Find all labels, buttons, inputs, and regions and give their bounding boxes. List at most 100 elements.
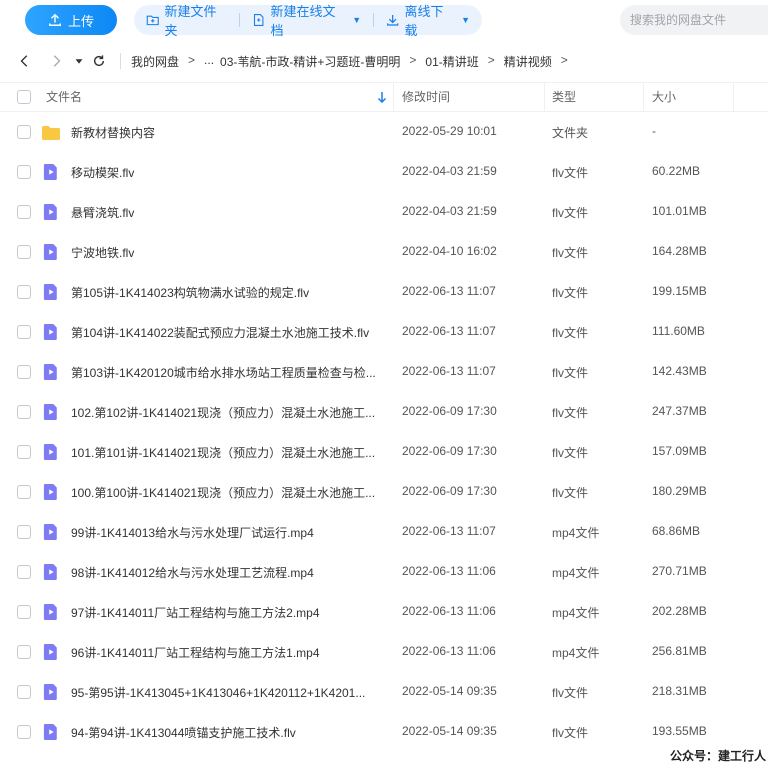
upload-button[interactable]: 上传: [25, 5, 117, 35]
new-folder-button[interactable]: 新建文件夹: [134, 4, 239, 38]
column-header-type[interactable]: 类型: [552, 83, 576, 111]
row-checkbox[interactable]: [17, 365, 31, 379]
refresh-button[interactable]: [89, 51, 109, 71]
file-size: 111.60MB: [652, 324, 705, 338]
column-divider[interactable]: [733, 83, 734, 111]
row-checkbox[interactable]: [17, 285, 31, 299]
row-checkbox[interactable]: [17, 165, 31, 179]
history-dropdown-button[interactable]: [69, 51, 89, 71]
file-name[interactable]: 101.第101讲-1K414021现浇（预应力）混凝土水池施工...: [71, 444, 375, 461]
row-checkbox[interactable]: [17, 245, 31, 259]
file-modified-time: 2022-06-13 11:06: [402, 604, 496, 618]
caret-down-icon: [75, 59, 83, 64]
file-row[interactable]: 第104讲-1K414022装配式预应力混凝土水池施工技术.flv 2022-06…: [0, 312, 768, 352]
row-checkbox[interactable]: [17, 645, 31, 659]
breadcrumb-item-course[interactable]: 03-苇航-市政-精讲+习题班-曹明明: [220, 53, 400, 70]
file-list-header: 文件名 修改时间 类型 大小: [0, 82, 768, 112]
row-checkbox[interactable]: [17, 525, 31, 539]
row-checkbox[interactable]: [17, 565, 31, 579]
new-online-doc-button[interactable]: 新建在线文档 ▼: [240, 4, 373, 38]
file-modified-time: 2022-06-09 17:30: [402, 484, 497, 498]
file-modified-time: 2022-06-09 17:30: [402, 404, 497, 418]
watermark-text: 公众号：建工行人: [669, 749, 766, 763]
file-row[interactable]: 95-第95讲-1K413045+1K413046+1K420112+1K420…: [0, 672, 768, 712]
forward-button[interactable]: [46, 51, 66, 71]
file-name[interactable]: 宁波地铁.flv: [71, 244, 134, 261]
column-header-modified[interactable]: 修改时间: [402, 83, 450, 111]
video-file-icon: [43, 444, 57, 460]
file-row[interactable]: 94-第94讲-1K413044喷锚支护施工技术.flv 2022-05-14 0…: [0, 712, 768, 752]
file-size: 202.28MB: [652, 604, 707, 618]
file-row[interactable]: 98讲-1K414012给水与污水处理工艺流程.mp4 2022-06-13 11…: [0, 552, 768, 592]
folder-icon: [42, 126, 60, 140]
file-row[interactable]: 97讲-1K414011厂站工程结构与施工方法2.mp4 2022-06-13 1…: [0, 592, 768, 632]
file-name[interactable]: 102.第102讲-1K414021现浇（预应力）混凝土水池施工...: [71, 404, 375, 421]
file-name[interactable]: 98讲-1K414012给水与污水处理工艺流程.mp4: [71, 564, 314, 581]
row-checkbox[interactable]: [17, 485, 31, 499]
breadcrumb-item-current[interactable]: 精讲视频: [504, 53, 552, 70]
file-type: flv文件: [552, 206, 589, 220]
back-button[interactable]: [15, 51, 35, 71]
row-checkbox[interactable]: [17, 685, 31, 699]
file-name[interactable]: 移动模架.flv: [71, 164, 134, 181]
select-all-checkbox[interactable]: [17, 90, 31, 104]
file-modified-time: 2022-06-13 11:07: [402, 524, 496, 538]
row-checkbox[interactable]: [17, 325, 31, 339]
file-modified-time: 2022-05-14 09:35: [402, 724, 497, 738]
column-divider[interactable]: [544, 83, 545, 111]
file-row[interactable]: 移动模架.flv 2022-04-03 21:59 flv文件 60.22MB: [0, 152, 768, 192]
upload-icon: [49, 13, 61, 26]
row-checkbox[interactable]: [17, 605, 31, 619]
file-name[interactable]: 99讲-1K414013给水与污水处理厂试运行.mp4: [71, 524, 314, 541]
file-name[interactable]: 悬臂浇筑.flv: [71, 204, 134, 221]
file-modified-time: 2022-04-03 21:59: [402, 204, 497, 218]
file-name[interactable]: 第103讲-1K420120城市给水排水场站工程质量检查与检...: [71, 364, 376, 381]
file-name[interactable]: 100.第100讲-1K414021现浇（预应力）混凝土水池施工...: [71, 484, 375, 501]
file-row[interactable]: 99讲-1K414013给水与污水处理厂试运行.mp4 2022-06-13 11…: [0, 512, 768, 552]
file-row[interactable]: 新教材替换内容 2022-05-29 10:01 文件夹 -: [0, 112, 768, 152]
video-file-icon: [43, 204, 57, 220]
column-header-name[interactable]: 文件名: [46, 83, 82, 111]
file-modified-time: 2022-06-13 11:07: [402, 324, 496, 338]
file-type: flv文件: [552, 446, 589, 460]
breadcrumb-item-class[interactable]: 01-精讲班: [425, 53, 478, 70]
file-row[interactable]: 101.第101讲-1K414021现浇（预应力）混凝土水池施工... 2022-…: [0, 432, 768, 472]
file-size: 60.22MB: [652, 164, 701, 178]
file-size: 164.28MB: [652, 244, 707, 258]
file-size: 68.86MB: [652, 524, 701, 538]
file-name[interactable]: 新教材替换内容: [71, 124, 155, 141]
file-name[interactable]: 96讲-1K414011厂站工程结构与施工方法1.mp4: [71, 644, 320, 661]
file-name[interactable]: 95-第95讲-1K413045+1K413046+1K420112+1K420…: [71, 684, 365, 701]
column-divider[interactable]: [393, 83, 394, 111]
breadcrumb-item-ellipsis[interactable]: ...: [204, 53, 214, 70]
offline-download-button[interactable]: 离线下载 ▼: [374, 4, 482, 38]
file-name[interactable]: 第105讲-1K414023构筑物满水试验的规定.flv: [71, 284, 309, 301]
row-checkbox[interactable]: [17, 125, 31, 139]
file-name[interactable]: 97讲-1K414011厂站工程结构与施工方法2.mp4: [71, 604, 320, 621]
file-row[interactable]: 第105讲-1K414023构筑物满水试验的规定.flv 2022-06-13 1…: [0, 272, 768, 312]
search-input[interactable]: [620, 5, 768, 35]
video-file-icon: [43, 684, 57, 700]
column-divider[interactable]: [643, 83, 644, 111]
file-row[interactable]: 96讲-1K414011厂站工程结构与施工方法1.mp4 2022-06-13 1…: [0, 632, 768, 672]
file-row[interactable]: 宁波地铁.flv 2022-04-10 16:02 flv文件 164.28MB: [0, 232, 768, 272]
breadcrumb-item-root[interactable]: 我的网盘: [131, 53, 179, 70]
file-type: flv文件: [552, 286, 589, 300]
file-row[interactable]: 悬臂浇筑.flv 2022-04-03 21:59 flv文件 101.01MB: [0, 192, 768, 232]
row-checkbox[interactable]: [17, 405, 31, 419]
file-size: 101.01MB: [652, 204, 707, 218]
row-checkbox[interactable]: [17, 725, 31, 739]
chevron-down-icon: ▼: [461, 15, 471, 25]
sort-down-arrow-icon[interactable]: [377, 91, 387, 103]
file-row[interactable]: 第103讲-1K420120城市给水排水场站工程质量检查与检... 2022-06…: [0, 352, 768, 392]
file-name[interactable]: 第104讲-1K414022装配式预应力混凝土水池施工技术.flv: [71, 324, 369, 341]
file-modified-time: 2022-06-13 11:07: [402, 284, 496, 298]
column-header-size[interactable]: 大小: [652, 83, 676, 111]
chevron-down-icon: ▼: [352, 15, 362, 25]
file-row[interactable]: 102.第102讲-1K414021现浇（预应力）混凝土水池施工... 2022-…: [0, 392, 768, 432]
row-checkbox[interactable]: [17, 205, 31, 219]
row-checkbox[interactable]: [17, 445, 31, 459]
file-name[interactable]: 94-第94讲-1K413044喷锚支护施工技术.flv: [71, 724, 296, 741]
file-row[interactable]: 100.第100讲-1K414021现浇（预应力）混凝土水池施工... 2022-…: [0, 472, 768, 512]
file-modified-time: 2022-04-10 16:02: [402, 244, 497, 258]
